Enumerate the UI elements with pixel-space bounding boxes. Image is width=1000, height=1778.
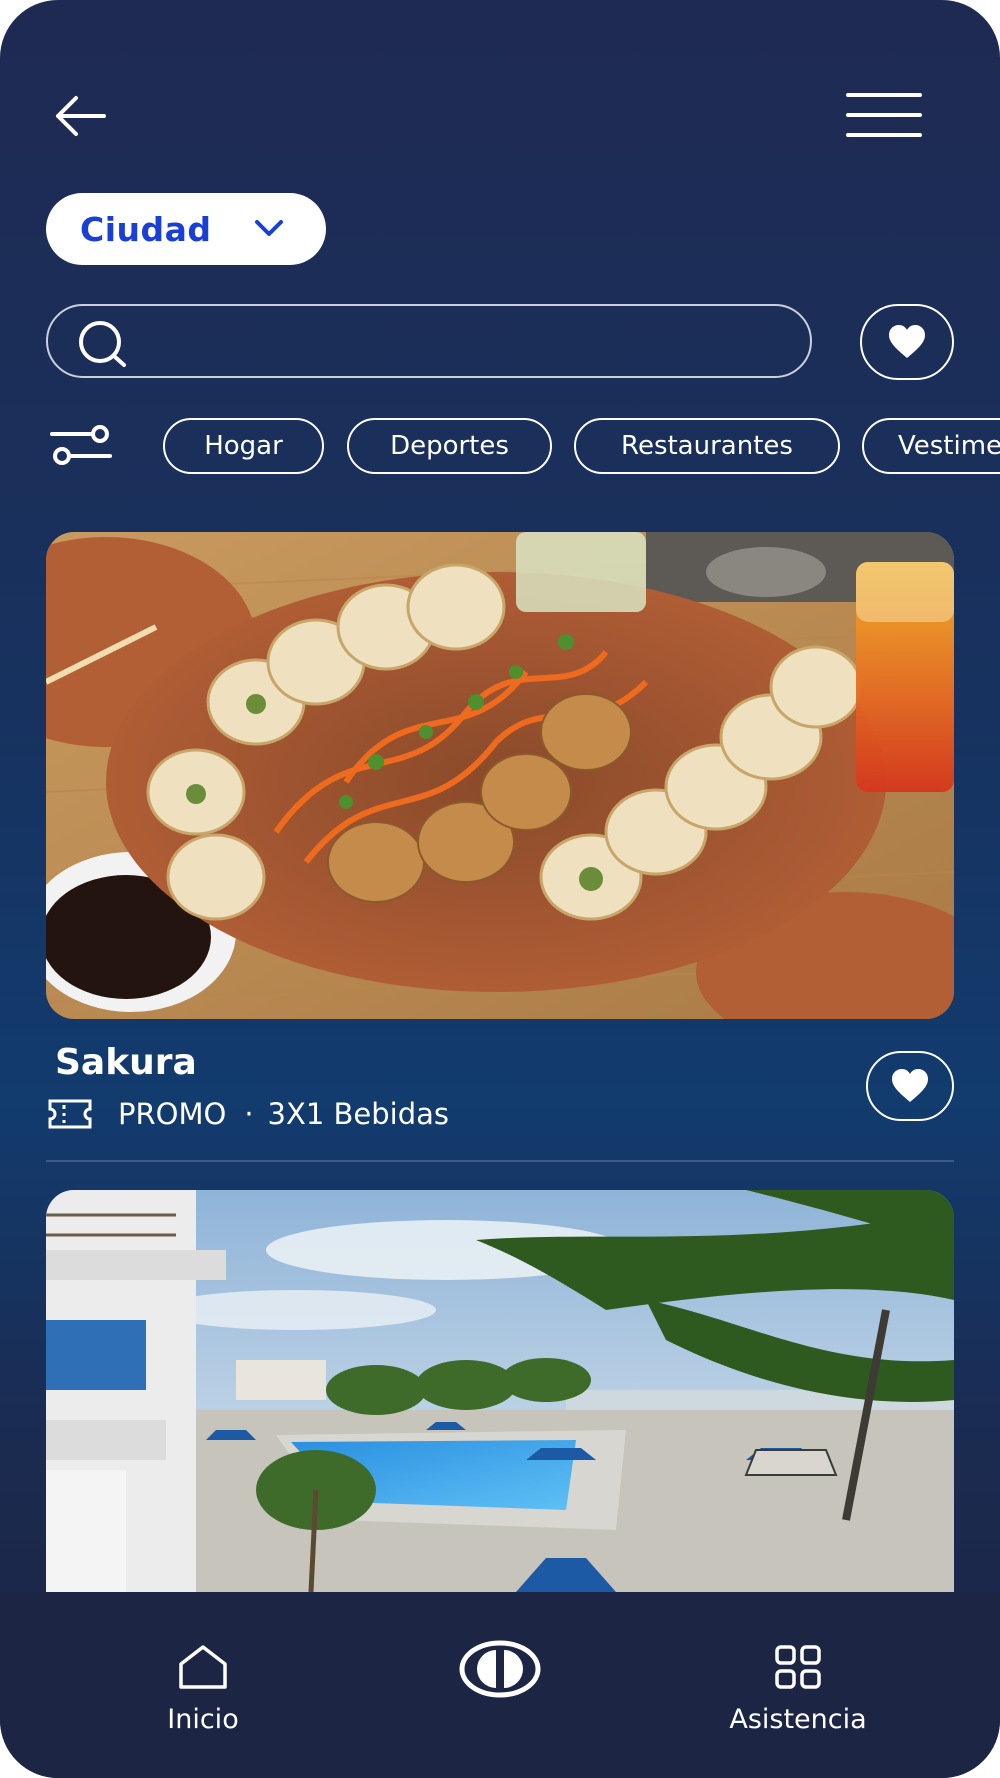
nav-item-brand[interactable] — [458, 1640, 542, 1698]
chip-hogar[interactable]: Hogar — [163, 418, 324, 474]
home-icon — [179, 1645, 227, 1689]
menu-button[interactable] — [846, 92, 922, 138]
bottom-nav: Inicio Asistencia — [0, 1592, 1000, 1778]
search-input[interactable] — [148, 320, 792, 364]
heart-icon — [889, 325, 925, 358]
hamburger-menu-icon — [846, 93, 922, 137]
search-icon — [76, 319, 132, 369]
chip-label: Vestimenta — [898, 431, 1000, 461]
search-bar — [46, 304, 812, 378]
nav-label: Asistencia — [729, 1704, 867, 1735]
nav-item-inicio[interactable]: Inicio — [148, 1644, 258, 1735]
filter-button[interactable] — [50, 424, 112, 466]
ticket-icon — [48, 1099, 92, 1129]
chip-vestimenta[interactable]: Vestimenta — [862, 418, 1000, 474]
card-favorite-button[interactable] — [866, 1051, 954, 1121]
beach-hotel-pool-photo[interactable] — [46, 1190, 954, 1592]
promo-tag: PROMO — [118, 1097, 227, 1131]
chip-deportes[interactable]: Deportes — [347, 418, 552, 474]
favorites-button[interactable] — [860, 304, 954, 380]
app-screen: Ciudad Hogar Deportes Restaurantes Vesti — [0, 0, 1000, 1778]
chip-label: Restaurantes — [621, 431, 793, 461]
card-divider — [46, 1160, 954, 1162]
sushi-platter-photo[interactable] — [46, 532, 954, 1019]
nav-label: Inicio — [167, 1704, 239, 1735]
brand-logo-icon — [459, 1640, 541, 1698]
chip-restaurantes[interactable]: Restaurantes — [574, 418, 840, 474]
chip-label: Deportes — [390, 431, 509, 461]
chevron-down-icon — [254, 218, 284, 238]
arrow-left-icon — [56, 96, 106, 136]
promo-row: PROMO · 3X1 Bebidas — [48, 1097, 449, 1131]
filter-sliders-icon — [50, 425, 112, 465]
back-button[interactable] — [52, 92, 108, 140]
promo-separator: · — [244, 1097, 254, 1131]
chip-label: Hogar — [204, 431, 283, 461]
city-selector[interactable]: Ciudad — [46, 193, 326, 265]
promo-text: 3X1 Bebidas — [267, 1097, 450, 1131]
card-title[interactable]: Sakura — [55, 1042, 197, 1083]
nav-item-asistencia[interactable]: Asistencia — [718, 1644, 878, 1735]
heart-icon — [892, 1069, 928, 1102]
grid-icon — [775, 1645, 821, 1689]
city-selector-label: Ciudad — [80, 209, 212, 249]
